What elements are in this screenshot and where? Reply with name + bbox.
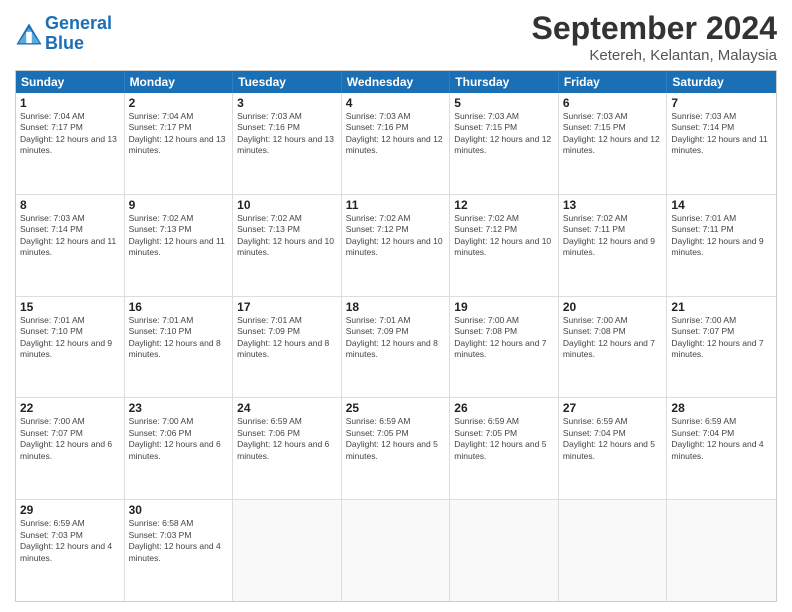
location-title: Ketereh, Kelantan, Malaysia [532,47,777,64]
header-friday: Friday [559,71,668,93]
day-9: 9 Sunrise: 7:02 AMSunset: 7:13 PMDayligh… [125,195,234,296]
day-30: 30 Sunrise: 6:58 AMSunset: 7:03 PMDaylig… [125,500,234,601]
day-7: 7 Sunrise: 7:03 AMSunset: 7:14 PMDayligh… [667,93,776,194]
logo-line1: General [45,13,112,33]
calendar-body: 1 Sunrise: 7:04 AMSunset: 7:17 PMDayligh… [16,93,776,601]
header-wednesday: Wednesday [342,71,451,93]
day-12: 12 Sunrise: 7:02 AMSunset: 7:12 PMDaylig… [450,195,559,296]
day-15: 15 Sunrise: 7:01 AMSunset: 7:10 PMDaylig… [16,297,125,398]
day-3: 3 Sunrise: 7:03 AMSunset: 7:16 PMDayligh… [233,93,342,194]
day-23: 23 Sunrise: 7:00 AMSunset: 7:06 PMDaylig… [125,398,234,499]
header-thursday: Thursday [450,71,559,93]
week-row-4: 22 Sunrise: 7:00 AMSunset: 7:07 PMDaylig… [16,398,776,500]
day-16: 16 Sunrise: 7:01 AMSunset: 7:10 PMDaylig… [125,297,234,398]
calendar: Sunday Monday Tuesday Wednesday Thursday… [15,70,777,602]
header-tuesday: Tuesday [233,71,342,93]
empty-cell-2 [342,500,451,601]
day-6: 6 Sunrise: 7:03 AMSunset: 7:15 PMDayligh… [559,93,668,194]
header: General Blue September 2024 Ketereh, Kel… [15,10,777,64]
day-17: 17 Sunrise: 7:01 AMSunset: 7:09 PMDaylig… [233,297,342,398]
header-saturday: Saturday [667,71,776,93]
title-block: September 2024 Ketereh, Kelantan, Malays… [532,10,777,64]
day-19: 19 Sunrise: 7:00 AMSunset: 7:08 PMDaylig… [450,297,559,398]
day-2: 2 Sunrise: 7:04 AMSunset: 7:17 PMDayligh… [125,93,234,194]
empty-cell-3 [450,500,559,601]
day-28: 28 Sunrise: 6:59 AMSunset: 7:04 PMDaylig… [667,398,776,499]
day-26: 26 Sunrise: 6:59 AMSunset: 7:05 PMDaylig… [450,398,559,499]
empty-cell-5 [667,500,776,601]
day-14: 14 Sunrise: 7:01 AMSunset: 7:11 PMDaylig… [667,195,776,296]
day-5: 5 Sunrise: 7:03 AMSunset: 7:15 PMDayligh… [450,93,559,194]
day-11: 11 Sunrise: 7:02 AMSunset: 7:12 PMDaylig… [342,195,451,296]
header-sunday: Sunday [16,71,125,93]
week-row-1: 1 Sunrise: 7:04 AMSunset: 7:17 PMDayligh… [16,93,776,195]
day-13: 13 Sunrise: 7:02 AMSunset: 7:11 PMDaylig… [559,195,668,296]
day-27: 27 Sunrise: 6:59 AMSunset: 7:04 PMDaylig… [559,398,668,499]
empty-cell-4 [559,500,668,601]
logo-line2: Blue [45,33,84,53]
day-8: 8 Sunrise: 7:03 AMSunset: 7:14 PMDayligh… [16,195,125,296]
day-20: 20 Sunrise: 7:00 AMSunset: 7:08 PMDaylig… [559,297,668,398]
logo-icon [15,22,43,46]
page: General Blue September 2024 Ketereh, Kel… [0,0,792,612]
logo: General Blue [15,14,112,54]
week-row-2: 8 Sunrise: 7:03 AMSunset: 7:14 PMDayligh… [16,195,776,297]
day-29: 29 Sunrise: 6:59 AMSunset: 7:03 PMDaylig… [16,500,125,601]
day-25: 25 Sunrise: 6:59 AMSunset: 7:05 PMDaylig… [342,398,451,499]
header-monday: Monday [125,71,234,93]
day-18: 18 Sunrise: 7:01 AMSunset: 7:09 PMDaylig… [342,297,451,398]
day-24: 24 Sunrise: 6:59 AMSunset: 7:06 PMDaylig… [233,398,342,499]
week-row-3: 15 Sunrise: 7:01 AMSunset: 7:10 PMDaylig… [16,297,776,399]
day-21: 21 Sunrise: 7:00 AMSunset: 7:07 PMDaylig… [667,297,776,398]
day-4: 4 Sunrise: 7:03 AMSunset: 7:16 PMDayligh… [342,93,451,194]
calendar-header: Sunday Monday Tuesday Wednesday Thursday… [16,71,776,93]
empty-cell-1 [233,500,342,601]
day-1: 1 Sunrise: 7:04 AMSunset: 7:17 PMDayligh… [16,93,125,194]
day-22: 22 Sunrise: 7:00 AMSunset: 7:07 PMDaylig… [16,398,125,499]
week-row-5: 29 Sunrise: 6:59 AMSunset: 7:03 PMDaylig… [16,500,776,601]
month-title: September 2024 [532,10,777,47]
day-10: 10 Sunrise: 7:02 AMSunset: 7:13 PMDaylig… [233,195,342,296]
